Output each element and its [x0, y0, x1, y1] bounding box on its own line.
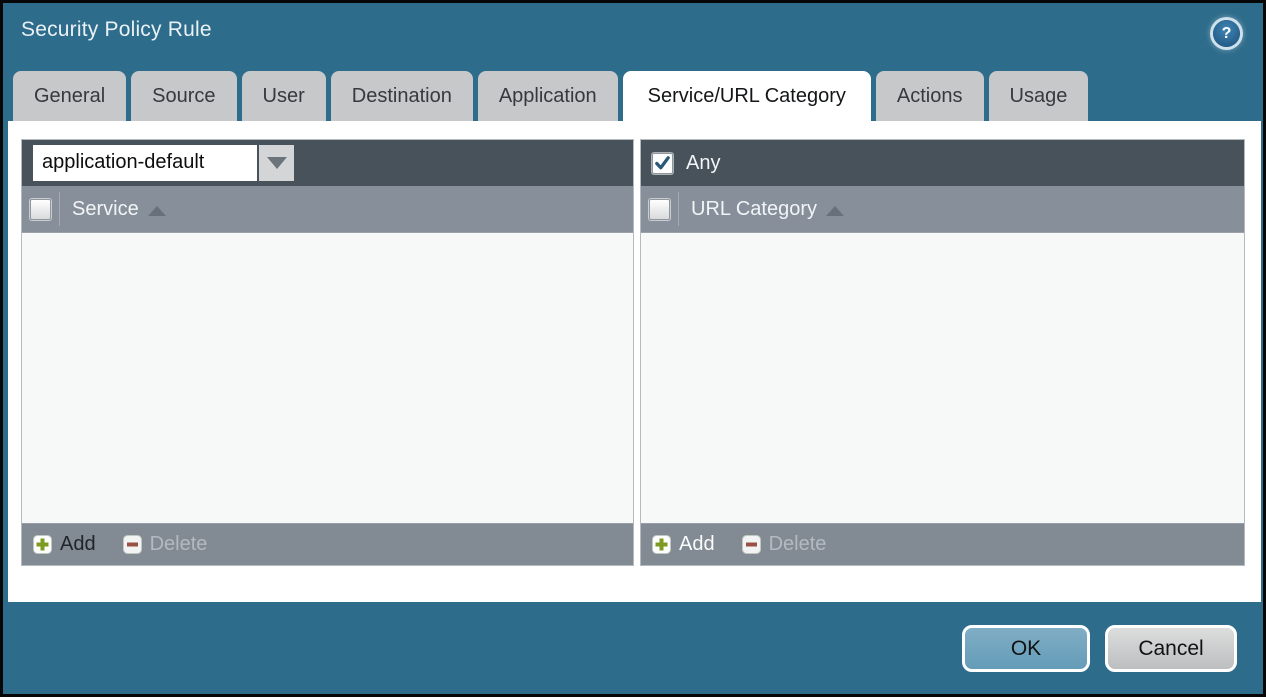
plus-icon [652, 535, 671, 554]
tab-application[interactable]: Application [478, 71, 618, 121]
url-category-panel: Any URL Category Add [640, 139, 1245, 566]
add-url-category-button[interactable]: Add [652, 533, 715, 556]
security-policy-rule-dialog: Security Policy Rule ? General Source Us… [0, 0, 1266, 697]
select-all-services-checkbox[interactable] [30, 199, 51, 220]
add-label: Add [679, 533, 715, 556]
tab-destination[interactable]: Destination [331, 71, 473, 121]
tab-source[interactable]: Source [131, 71, 236, 121]
minus-icon [742, 535, 761, 554]
service-panel: application-default Service [21, 139, 634, 566]
url-category-column-header[interactable]: URL Category [691, 198, 817, 221]
sort-ascending-icon[interactable] [148, 206, 166, 216]
add-label: Add [60, 533, 96, 556]
help-glyph: ? [1222, 25, 1232, 43]
url-category-grid-header: URL Category [641, 186, 1244, 233]
chevron-down-icon [267, 157, 287, 169]
dialog-titlebar: Security Policy Rule ? [3, 3, 1263, 69]
add-service-button[interactable]: Add [33, 533, 96, 556]
service-toolbar: application-default [22, 140, 633, 186]
service-type-value[interactable]: application-default [33, 145, 257, 181]
dialog-title: Security Policy Rule [21, 18, 212, 42]
tab-user[interactable]: User [242, 71, 326, 121]
url-category-list[interactable] [641, 233, 1244, 523]
help-icon[interactable]: ? [1213, 20, 1240, 47]
dialog-action-buttons: OK Cancel [962, 625, 1237, 672]
url-category-grid-footer: Add Delete [641, 523, 1244, 565]
column-divider [678, 192, 679, 226]
service-list[interactable] [22, 233, 633, 523]
service-type-dropdown[interactable]: application-default [33, 145, 294, 181]
tab-service-url-category[interactable]: Service/URL Category [623, 71, 871, 121]
minus-icon [123, 535, 142, 554]
tab-usage[interactable]: Usage [989, 71, 1089, 121]
tab-actions[interactable]: Actions [876, 71, 984, 121]
column-divider [59, 192, 60, 226]
sort-ascending-icon[interactable] [826, 206, 844, 216]
cancel-button[interactable]: Cancel [1105, 625, 1237, 672]
checkmark-icon [653, 153, 672, 173]
tab-general[interactable]: General [13, 71, 126, 121]
any-checkbox[interactable] [652, 153, 673, 174]
plus-icon [33, 535, 52, 554]
tab-bar: General Source User Destination Applicat… [13, 71, 1088, 121]
url-category-toolbar: Any [641, 140, 1244, 186]
service-grid-footer: Add Delete [22, 523, 633, 565]
delete-url-category-button[interactable]: Delete [742, 533, 827, 556]
service-column-header[interactable]: Service [72, 198, 139, 221]
delete-label: Delete [769, 533, 827, 556]
ok-button[interactable]: OK [962, 625, 1090, 672]
select-all-url-categories-checkbox[interactable] [649, 199, 670, 220]
tab-content-sheet: application-default Service [8, 121, 1261, 602]
delete-label: Delete [150, 533, 208, 556]
service-grid-header: Service [22, 186, 633, 233]
delete-service-button[interactable]: Delete [123, 533, 208, 556]
any-label: Any [686, 152, 720, 175]
dropdown-arrow-button[interactable] [259, 145, 294, 181]
